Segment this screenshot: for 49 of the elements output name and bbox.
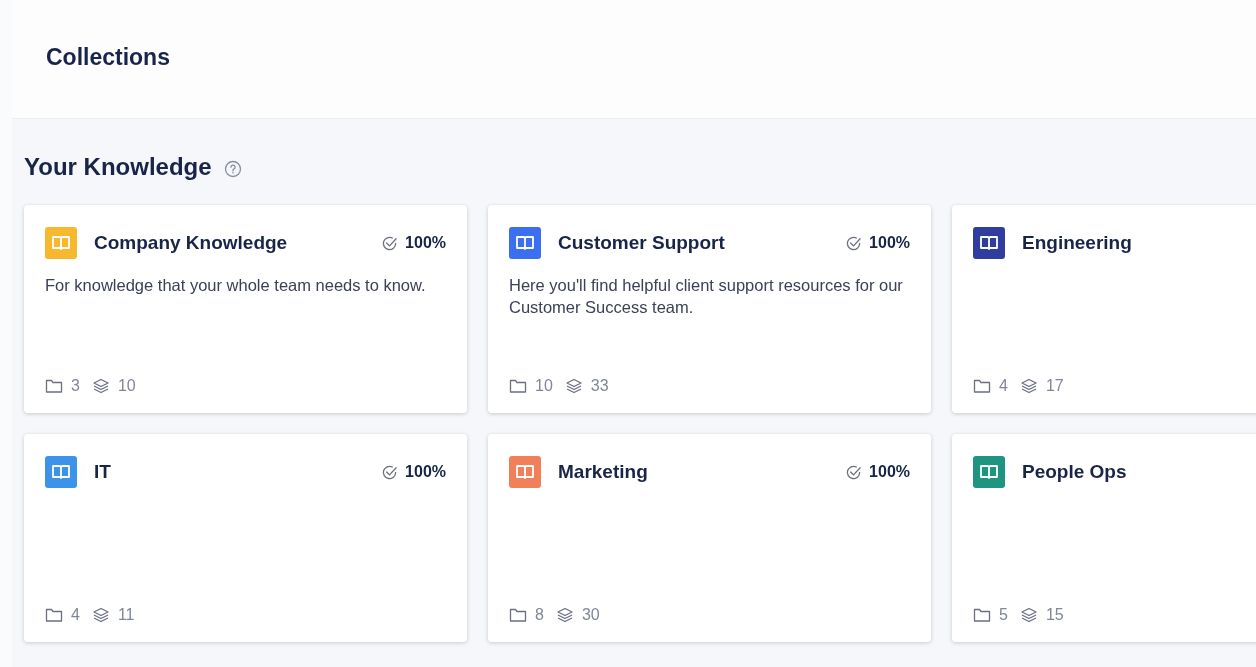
verified-check-icon [381,234,399,252]
collection-name: Customer Support [558,232,726,254]
page-title: Collections [46,44,170,71]
help-icon[interactable] [223,159,242,178]
folder-icon [973,607,991,623]
verification-percent: 100% [405,463,446,481]
folder-icon [509,378,527,394]
collection-description: For knowledge that your whole team needs to know. [45,275,427,296]
layers-icon [555,607,574,623]
collection-card[interactable]: People Ops 5 15 [952,434,1256,642]
collection-name: People Ops [1022,461,1128,483]
verification-percent: 100% [869,234,910,252]
folder-icon [45,607,63,623]
folder-count: 5 [999,606,1008,624]
verified-check-icon [845,234,863,252]
folder-icon [973,378,991,394]
collection-card[interactable]: Marketing 100% 8 30 [488,434,931,642]
verified-check-icon [845,463,863,481]
verification-percent: 100% [869,463,910,481]
folder-icon [45,378,63,394]
collection-name: Engineering [1022,232,1133,254]
collection-description: Here you'll find helpful client support resources for our Customer Success team. [509,275,904,318]
layers-icon [91,378,110,394]
card-count: 17 [1045,377,1064,395]
collection-name: IT [94,461,112,483]
verified-check-icon [381,463,399,481]
layers-icon [1019,378,1038,394]
verification-percent: 100% [405,234,446,252]
collection-card[interactable]: Engineering 4 17 [952,205,1256,413]
collection-name: Company Knowledge [94,232,289,254]
folder-count: 8 [535,606,544,624]
layers-icon [91,607,110,623]
card-count: 11 [117,606,135,624]
collection-name: Marketing [558,461,649,483]
layers-icon [1019,607,1038,623]
card-count: 15 [1045,606,1064,624]
card-count: 10 [117,377,136,395]
card-count: 30 [581,606,600,624]
folder-count: 10 [535,377,553,395]
folder-count: 4 [71,606,80,624]
card-count: 33 [590,377,609,395]
folder-count: 4 [999,377,1008,395]
collection-card[interactable]: Company Knowledge 100% For knowledge that your whole team needs to know. 3 10 [24,205,467,413]
collection-card[interactable]: Customer Support 100% Here you'll find helpful client support resources for our Customer Success team. 10 33 [488,205,931,413]
collection-card[interactable]: IT 100% 4 11 [24,434,467,642]
folder-count: 3 [71,377,80,395]
layers-icon [564,378,583,394]
folder-icon [509,607,527,623]
section-title: Your Knowledge [24,153,212,181]
